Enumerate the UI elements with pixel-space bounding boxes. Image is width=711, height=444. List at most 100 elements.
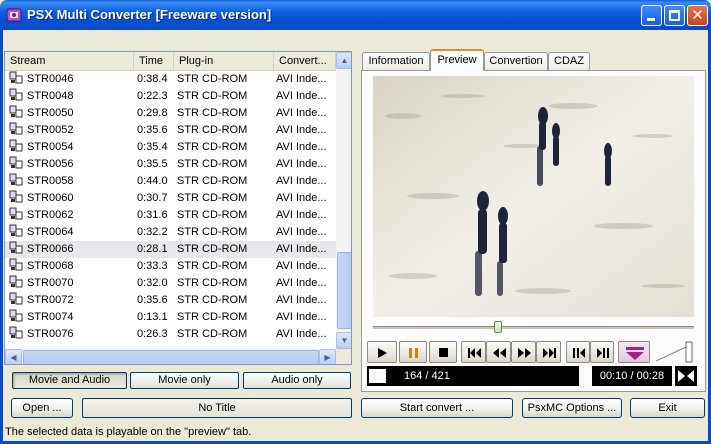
table-row[interactable]: STR0064 0:32.2 STR CD-ROM AVI Inde... (5, 224, 336, 241)
scroll-left-button[interactable]: ◀ (5, 349, 22, 364)
tab-convertion[interactable]: Convertion (484, 52, 548, 70)
volume-slider[interactable] (654, 341, 694, 363)
play-icon (378, 348, 387, 358)
stop-icon (439, 348, 448, 357)
status-bar: The selected data is playable on the "pr… (5, 426, 252, 438)
table-row[interactable]: STR0074 0:13.1 STR CD-ROM AVI Inde... (5, 309, 336, 326)
frame-readout: 164 / 421 (404, 370, 450, 382)
table-row[interactable]: STR0058 0:44.0 STR CD-ROM AVI Inde... (5, 173, 336, 190)
column-stream[interactable]: Stream (5, 52, 134, 71)
table-row[interactable]: STR0076 0:26.3 STR CD-ROM AVI Inde... (5, 326, 336, 343)
table-row[interactable]: STR0070 0:32.0 STR CD-ROM AVI Inde... (5, 275, 336, 292)
table-row[interactable]: STR0050 0:29.8 STR CD-ROM AVI Inde... (5, 105, 336, 122)
vertical-scrollbar[interactable]: ▲ ▼ (336, 52, 351, 349)
table-row[interactable]: STR0072 0:35.6 STR CD-ROM AVI Inde... (5, 292, 336, 309)
skip-end-button[interactable] (536, 341, 561, 363)
stream-cell: STR0060 (9, 190, 133, 207)
time-cell: 0:35.4 (137, 141, 168, 153)
stream-name: STR0048 (27, 90, 74, 102)
convert-cell: AVI Inde... (276, 158, 327, 170)
horizontal-scroll-thumb[interactable] (23, 350, 319, 364)
title-bar[interactable]: PSX Multi Converter [Freeware version] ✕ (0, 0, 711, 30)
stop-button[interactable] (429, 341, 457, 363)
stream-icon (9, 71, 23, 84)
tab-preview[interactable]: Preview (430, 49, 484, 71)
table-row[interactable]: STR0048 0:22.3 STR CD-ROM AVI Inde... (5, 88, 336, 105)
stream-cell: STR0052 (9, 122, 133, 139)
minimize-button[interactable] (641, 5, 662, 26)
stream-cell: STR0054 (9, 139, 133, 156)
stream-icon (9, 88, 23, 101)
scroll-right-button[interactable]: ▶ (319, 349, 336, 364)
exit-button[interactable]: Exit (630, 398, 705, 418)
movie-and-audio-button[interactable]: Movie and Audio (12, 372, 127, 389)
table-row[interactable]: STR0052 0:35.6 STR CD-ROM AVI Inde... (5, 122, 336, 139)
column-time[interactable]: Time (134, 52, 174, 71)
table-row[interactable]: STR0066 0:28.1 STR CD-ROM AVI Inde... (5, 241, 336, 258)
fast-forward-button[interactable] (511, 341, 536, 363)
scroll-up-button[interactable]: ▲ (336, 52, 351, 69)
frame-position-bar[interactable]: 164 / 421 (367, 366, 579, 386)
plugin-cell: STR CD-ROM (177, 192, 248, 204)
table-row[interactable]: STR0068 0:33.3 STR CD-ROM AVI Inde... (5, 258, 336, 275)
stream-icon (9, 139, 23, 152)
stream-cell: STR0066 (9, 241, 133, 258)
horizontal-scrollbar[interactable]: ◀ ▶ (5, 349, 336, 364)
skip-start-button[interactable] (461, 341, 486, 363)
options-button[interactable]: PsxMC Options ... (522, 398, 622, 418)
column-convert[interactable]: Convert... (274, 52, 336, 71)
step-back-button[interactable] (566, 341, 590, 363)
tab-cdaz[interactable]: CDAZ (548, 52, 590, 70)
maximize-button[interactable] (664, 5, 685, 26)
audio-only-button[interactable]: Audio only (243, 372, 351, 389)
seek-thumb[interactable] (494, 321, 502, 333)
stream-list[interactable]: Stream Time Plug-in Convert... STR0046 0:… (4, 51, 352, 365)
stream-name: STR0052 (27, 124, 74, 136)
stream-cell: STR0076 (9, 326, 133, 343)
convert-cell: AVI Inde... (276, 141, 327, 153)
vertical-scroll-thumb[interactable] (337, 252, 351, 329)
convert-cell: AVI Inde... (276, 226, 327, 238)
convert-cell: AVI Inde... (276, 175, 327, 187)
scroll-down-button[interactable]: ▼ (336, 332, 351, 349)
stream-cell: STR0072 (9, 292, 133, 309)
play-button[interactable] (367, 341, 397, 363)
movie-only-button[interactable]: Movie only (130, 372, 239, 389)
eject-button[interactable] (618, 341, 650, 363)
stream-cell: STR0062 (9, 207, 133, 224)
volume-icon (655, 341, 693, 363)
tab-information[interactable]: Information (362, 52, 430, 70)
stream-cell: STR0056 (9, 156, 133, 173)
stream-icon (9, 207, 23, 220)
rewind-button[interactable] (486, 341, 511, 363)
table-row[interactable]: STR0056 0:35.5 STR CD-ROM AVI Inde... (5, 156, 336, 173)
start-convert-button[interactable]: Start convert ... (361, 398, 513, 418)
convert-cell: AVI Inde... (276, 209, 327, 221)
loop-icon[interactable] (675, 366, 697, 386)
convert-cell: AVI Inde... (276, 107, 327, 119)
stream-icon (9, 258, 23, 271)
convert-cell: AVI Inde... (276, 328, 327, 340)
stream-icon (9, 122, 23, 135)
stream-icon (9, 224, 23, 237)
step-forward-icon (597, 348, 609, 358)
table-row[interactable]: STR0060 0:30.7 STR CD-ROM AVI Inde... (5, 190, 336, 207)
seek-track[interactable] (373, 326, 694, 329)
stream-name: STR0068 (27, 260, 74, 272)
step-forward-button[interactable] (590, 341, 614, 363)
table-row[interactable]: STR0046 0:38.4 STR CD-ROM AVI Inde... (5, 71, 336, 88)
plugin-cell: STR CD-ROM (177, 260, 248, 272)
position-marker (369, 369, 386, 383)
open-button[interactable]: Open ... (11, 398, 73, 418)
time-cell: 0:22.3 (137, 90, 168, 102)
stream-icon (9, 326, 23, 339)
table-row[interactable]: STR0054 0:35.4 STR CD-ROM AVI Inde... (5, 139, 336, 156)
close-button[interactable]: ✕ (687, 5, 708, 26)
step-back-icon (573, 348, 585, 358)
column-plugin[interactable]: Plug-in (174, 52, 274, 71)
convert-cell: AVI Inde... (276, 311, 327, 323)
time-cell: 0:29.8 (137, 107, 168, 119)
title-field[interactable]: No Title (82, 398, 352, 418)
pause-button[interactable] (399, 341, 427, 363)
table-row[interactable]: STR0062 0:31.6 STR CD-ROM AVI Inde... (5, 207, 336, 224)
